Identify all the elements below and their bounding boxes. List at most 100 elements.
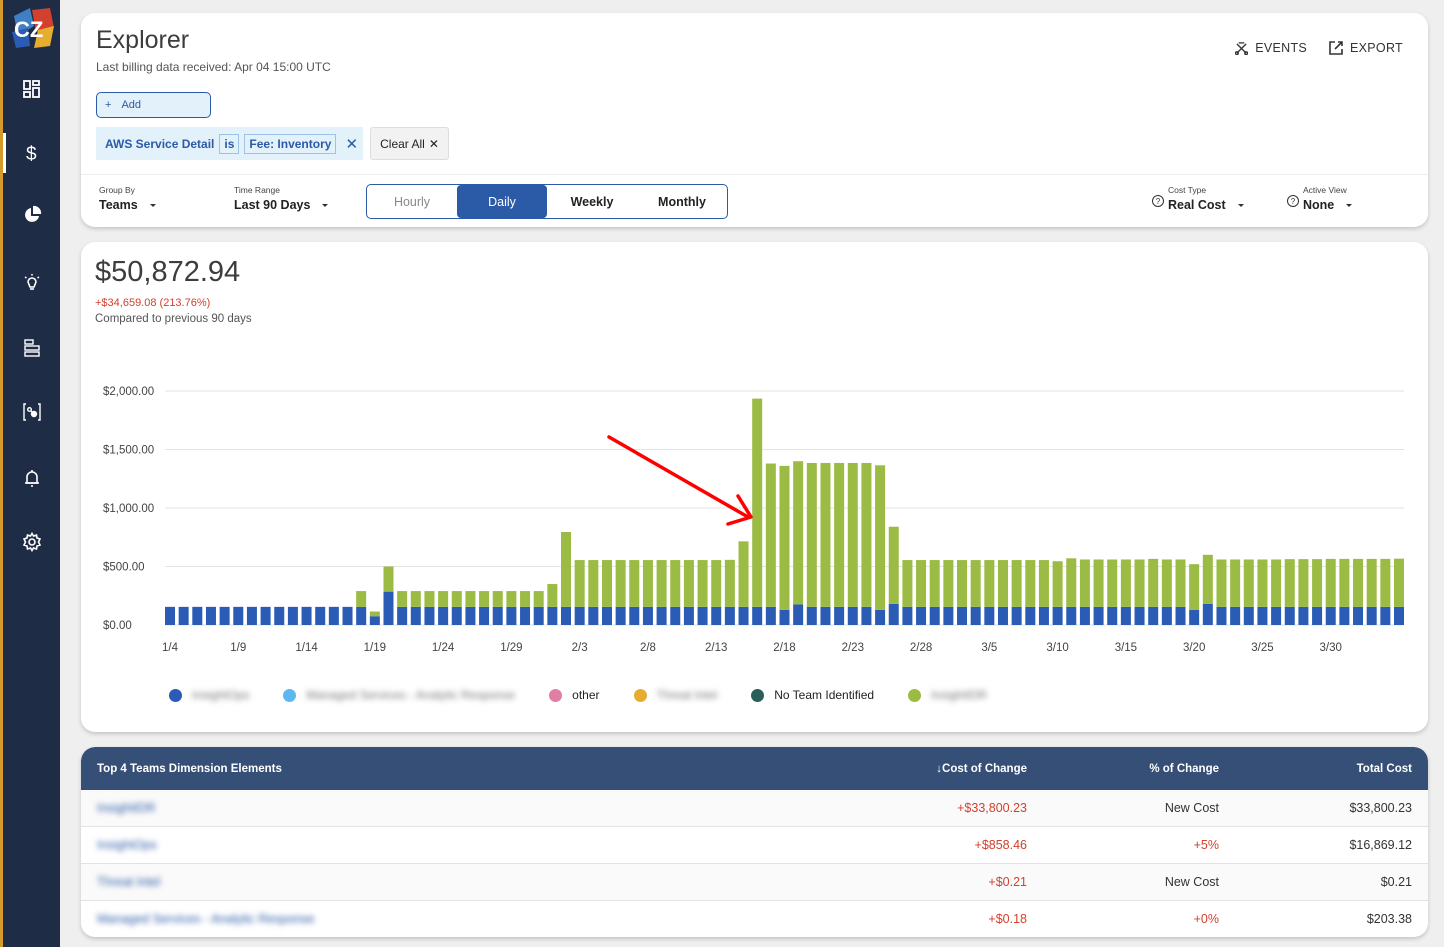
bar-segment <box>1243 606 1254 625</box>
chevron-down-icon <box>149 203 156 207</box>
events-button[interactable]: EVENTS <box>1235 41 1307 55</box>
table-body: InsightIDR +$33,800.23 New Cost $33,800.23 I… <box>81 790 1428 937</box>
legend-swatch <box>633 688 647 702</box>
bar-segment <box>683 606 694 625</box>
granularity-daily[interactable]: Daily <box>457 185 547 218</box>
table-row[interactable]: Managed Services - Analytic Response +$0.… <box>81 901 1428 937</box>
help-icon[interactable]: ? <box>1152 195 1164 207</box>
team-name[interactable]: InsightOps <box>97 838 157 852</box>
bar-segment <box>506 606 517 625</box>
bar-segment <box>424 606 435 625</box>
annotation-arrow <box>607 435 753 526</box>
help-icon[interactable]: ? <box>1287 195 1299 207</box>
filter-operator[interactable]: is <box>219 133 240 154</box>
bar-segment <box>1312 606 1323 625</box>
team-name[interactable]: InsightIDR <box>97 801 155 815</box>
granularity-monthly[interactable]: Monthly <box>637 185 727 218</box>
table-row[interactable]: InsightIDR +$33,800.23 New Cost $33,800.23 <box>81 790 1428 827</box>
x-tick-label: 2/3 <box>572 642 588 654</box>
bars-icon <box>23 339 40 357</box>
bar-segment <box>806 606 817 625</box>
bar-segment <box>1339 558 1350 607</box>
bar-segment <box>533 606 544 625</box>
bar-segment <box>1120 606 1131 625</box>
active-view-dropdown[interactable]: ? Active View None <box>1287 185 1353 212</box>
col-cost-of-change[interactable]: ↓Cost of Change <box>731 763 1027 775</box>
pie-chart-icon <box>24 205 41 222</box>
bar-segment <box>1093 606 1104 625</box>
bar-segment <box>533 591 544 607</box>
table-row[interactable]: InsightOps +$858.46 +5% $16,869.12 <box>81 827 1428 864</box>
nav-anomalies[interactable] <box>3 392 60 432</box>
top-teams-table: Top 4 Teams Dimension Elements ↓Cost of … <box>81 747 1428 937</box>
legend-item[interactable]: other <box>549 688 600 702</box>
bar-segment <box>1038 560 1049 607</box>
bar-segment <box>383 566 394 592</box>
bar-segment <box>547 606 558 625</box>
bar-segment <box>1257 606 1268 625</box>
nav-allocation[interactable] <box>3 328 60 368</box>
nav-alerts[interactable] <box>3 458 60 498</box>
bar-segment <box>1189 564 1200 610</box>
legend-item[interactable]: Threat Intel <box>633 688 717 702</box>
col-pct-of-change[interactable]: % of Change <box>1027 763 1219 775</box>
legend-item[interactable]: No Team Identified <box>751 688 874 702</box>
cost-type-dropdown[interactable]: ? Cost Type Real Cost <box>1152 185 1244 212</box>
time-range-dropdown[interactable]: Time Range Last 90 Days <box>234 185 329 212</box>
legend-item[interactable]: InsightIDR <box>908 688 987 702</box>
bar-segment <box>1257 559 1268 607</box>
team-name-cell: InsightOps <box>81 838 731 852</box>
add-filter-button[interactable]: + Add <box>96 92 211 118</box>
legend-item[interactable]: Managed Services - Analytic Response <box>283 688 515 702</box>
clear-all-button[interactable]: Clear All ✕ <box>370 127 449 160</box>
filter-chip[interactable]: AWS Service Detail is Fee: Inventory ✕ <box>96 127 363 160</box>
export-button[interactable]: EXPORT <box>1329 41 1403 55</box>
bar-segment <box>561 531 572 607</box>
nav-dashboards[interactable] <box>3 69 60 109</box>
remove-filter-icon[interactable]: ✕ <box>345 135 358 153</box>
dollar-icon: $ <box>26 144 37 163</box>
bar-segment <box>861 606 872 625</box>
filter-dimension[interactable]: AWS Service Detail <box>105 137 214 151</box>
y-tick-label: $1,500.00 <box>103 445 154 457</box>
legend-item[interactable]: InsightOps <box>169 688 249 702</box>
col-total-cost[interactable]: Total Cost <box>1219 763 1412 775</box>
dashboard-icon <box>22 80 40 98</box>
close-icon: ✕ <box>428 136 439 151</box>
bar-segment <box>1230 559 1241 607</box>
export-icon <box>1329 41 1343 55</box>
bar-segment <box>1079 559 1090 607</box>
bar-segment <box>205 606 216 625</box>
gear-icon <box>22 532 41 552</box>
x-tick-label: 2/28 <box>910 642 932 654</box>
y-tick-label: $500.00 <box>103 562 145 574</box>
team-name-cell: Threat Intel <box>81 875 731 889</box>
bar-segment <box>1216 559 1227 607</box>
bar-segment <box>875 465 886 610</box>
x-tick-label: 1/9 <box>230 642 246 654</box>
cz-logo[interactable]: CZ <box>10 6 56 50</box>
bar-segment <box>916 560 927 607</box>
bar-segment <box>1134 606 1145 625</box>
chevron-down-icon <box>322 203 329 207</box>
bar-segment <box>274 606 285 625</box>
table-row[interactable]: Threat Intel +$0.21 New Cost $0.21 <box>81 864 1428 901</box>
team-name[interactable]: Managed Services - Analytic Response <box>97 912 314 926</box>
bar-segment <box>1079 606 1090 625</box>
nav-insights[interactable] <box>3 263 60 303</box>
lightbulb-icon <box>24 274 39 290</box>
granularity-weekly[interactable]: Weekly <box>547 185 637 218</box>
bar-segment <box>697 606 708 625</box>
bar-segment <box>820 606 831 625</box>
nav-cost[interactable]: $ <box>3 133 60 173</box>
bar-segment <box>287 606 298 625</box>
nav-settings[interactable] <box>3 522 60 562</box>
team-name[interactable]: Threat Intel <box>97 875 160 889</box>
nav-reports[interactable] <box>3 195 60 235</box>
filter-value[interactable]: Fee: Inventory <box>244 133 337 154</box>
group-by-dropdown[interactable]: Group By Teams <box>99 185 156 212</box>
bar-segment <box>1230 606 1241 625</box>
bar-segment <box>342 606 353 625</box>
granularity-hourly[interactable]: Hourly <box>367 185 457 218</box>
bar-segment <box>192 606 203 625</box>
